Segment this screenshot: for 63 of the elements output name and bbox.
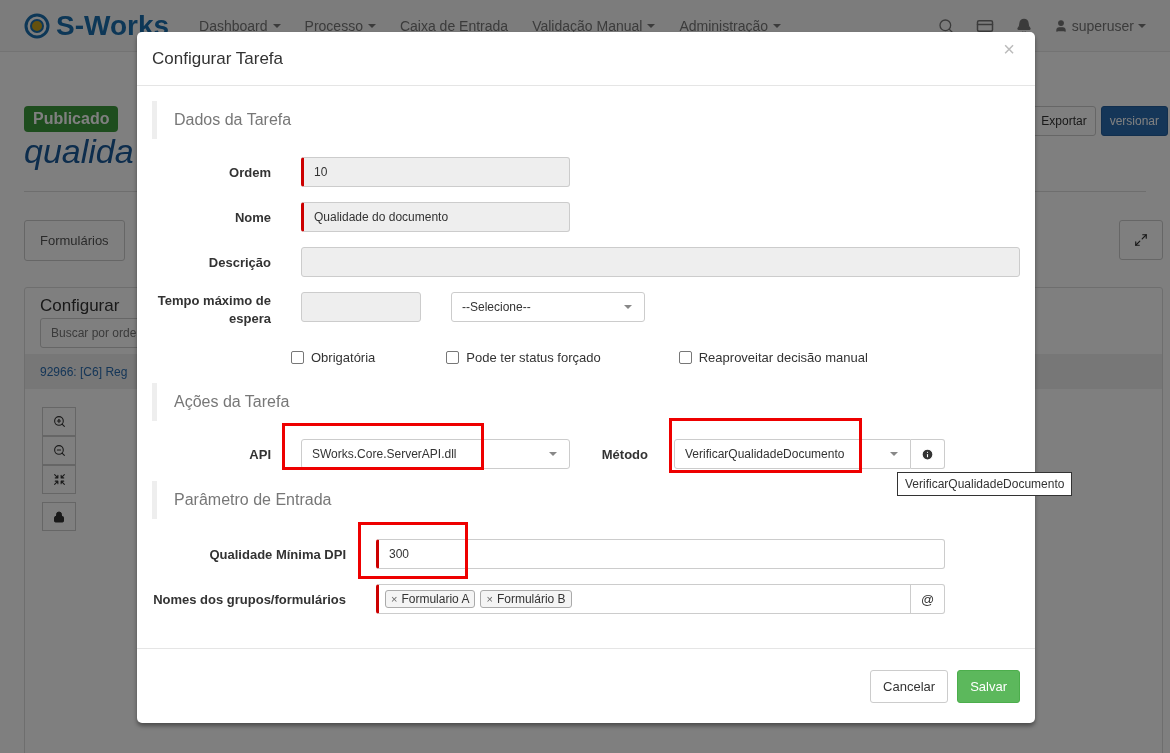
page-title: qualida <box>24 132 134 171</box>
checkbox-label: Reaproveitar decisão manual <box>698 350 868 365</box>
nav-menu-item[interactable]: Administração <box>679 17 782 34</box>
action-button[interactable]: Exportar <box>1032 106 1096 136</box>
nav-menu-item[interactable]: Processo <box>304 17 376 34</box>
field-label: Nomes dos grupos/formulários <box>152 591 347 607</box>
search-icon[interactable] <box>937 17 954 34</box>
save-button[interactable]: Salvar <box>957 669 1020 703</box>
input-field[interactable] <box>301 247 1020 277</box>
panel-title: Configurar <box>40 296 120 316</box>
lock-button[interactable] <box>42 502 76 531</box>
field-label: Nome <box>233 209 272 225</box>
section-heading: Dados da Tarefa <box>152 101 1020 139</box>
zoom-in-button[interactable] <box>42 407 76 436</box>
bell-icon[interactable] <box>1015 17 1032 34</box>
field-label: Método <box>600 446 649 462</box>
zoom-out-button[interactable] <box>42 436 76 465</box>
nav-menu-item[interactable]: Dashboard <box>199 17 281 34</box>
tooltip: VerificarQualidadeDocumento <box>897 472 1073 496</box>
field-label: Descrição <box>207 254 272 270</box>
close-button[interactable]: × <box>998 38 1020 61</box>
input-field[interactable]: 300 <box>376 539 945 569</box>
fit-button[interactable] <box>42 465 76 494</box>
remove-tag-button[interactable]: × <box>486 593 493 605</box>
ring-logo-icon <box>24 12 50 39</box>
checkbox[interactable] <box>291 351 304 364</box>
zoom-in-icon <box>52 415 66 428</box>
tag-label: Formulário B <box>496 592 566 606</box>
unit-select[interactable]: --Selecione-- <box>451 292 645 322</box>
section-heading: Ações da Tarefa <box>152 383 1020 421</box>
tag-label: Formulario A <box>401 592 470 606</box>
remove-tag-button[interactable]: × <box>391 593 398 605</box>
input-field[interactable] <box>301 292 421 322</box>
input-field[interactable]: 10 <box>301 157 570 187</box>
action-button[interactable]: versionar <box>1100 106 1168 136</box>
user-menu[interactable]: superuser <box>1053 17 1146 34</box>
row-link[interactable]: 92966: [C6] Reg <box>40 365 128 379</box>
checkbox[interactable] <box>446 351 460 364</box>
expand-icon <box>1134 233 1148 247</box>
checkbox-label: Pode ter status forçado <box>466 350 601 365</box>
field-label: Qualidade Mínima DPI <box>208 546 347 562</box>
shrink-icon <box>52 473 66 486</box>
checkbox[interactable] <box>678 351 692 364</box>
user-icon <box>1053 18 1068 33</box>
info-button[interactable] <box>911 439 945 469</box>
modal-title: Configurar Tarefa <box>152 48 284 69</box>
field-label: Ordem <box>228 164 272 180</box>
nav-menu-item[interactable]: Validação Manual <box>532 17 656 34</box>
status-badge: Publicado <box>24 106 119 132</box>
input-field[interactable]: Qualidade do documento <box>301 202 570 232</box>
forms-tab[interactable]: Formulários <box>24 220 125 261</box>
checkbox-label: Obrigatória <box>311 350 376 365</box>
field-label: Tempo máximo de espera <box>156 292 272 328</box>
cancel-button[interactable]: Cancelar <box>870 669 949 703</box>
method-select[interactable]: VerificarQualidadeDocumento <box>674 439 911 469</box>
field-label: API <box>248 446 272 462</box>
tags-field[interactable]: × Formulario A × Formulário B <box>376 584 911 614</box>
addon-label: @ <box>911 584 945 614</box>
api-select[interactable]: SWorks.Core.ServerAPI.dll <box>301 439 570 469</box>
nav-menu-item[interactable]: Caixa de Entrada <box>399 17 509 34</box>
lock-icon <box>53 510 65 523</box>
zoom-out-icon <box>52 444 66 457</box>
info-icon <box>921 447 934 461</box>
